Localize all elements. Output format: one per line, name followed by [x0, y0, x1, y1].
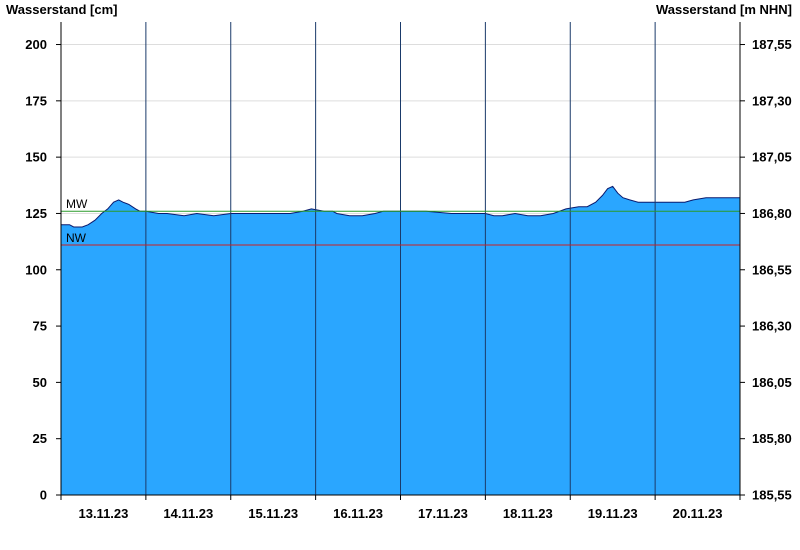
reference-label-mw: MW [66, 197, 88, 211]
x-tick-label: 14.11.23 [163, 506, 213, 521]
y-tick-label-left: 175 [25, 93, 47, 108]
y-tick-label-left: 75 [33, 319, 47, 334]
y-tick-label-right: 187,05 [752, 150, 792, 165]
y-tick-label-left: 50 [33, 375, 47, 390]
y-tick-label-right: 186,55 [752, 262, 792, 277]
x-tick-label: 19.11.23 [588, 506, 638, 521]
x-tick-label: 16.11.23 [333, 506, 383, 521]
y-tick-label-right: 187,30 [752, 93, 792, 108]
y-tick-label-left: 125 [25, 206, 47, 221]
y-tick-label-left: 150 [25, 150, 47, 165]
x-tick-label: 15.11.23 [248, 506, 298, 521]
y-tick-label-left: 100 [25, 262, 47, 277]
reference-label-nw: NW [66, 231, 87, 245]
y-tick-label-right: 185,55 [752, 488, 792, 503]
x-tick-label: 20.11.23 [673, 506, 723, 521]
y-tick-label-left: 25 [33, 431, 47, 446]
y-tick-label-left: 0 [40, 488, 47, 503]
x-tick-label: 17.11.23 [418, 506, 468, 521]
y-tick-label-right: 186,80 [752, 206, 792, 221]
water-level-chart: MW NW 0 185,55 25 185,80 50 186,05 75 186,30 100 18… [25, 22, 792, 521]
x-tick-label: 18.11.23 [503, 506, 553, 521]
y-tick-label-left: 200 [25, 37, 47, 52]
y-tick-label-right: 186,05 [752, 375, 792, 390]
x-tick-label: 13.11.23 [78, 506, 128, 521]
y-tick-label-right: 186,30 [752, 319, 792, 334]
y-tick-label-right: 187,55 [752, 37, 792, 52]
y-tick-label-right: 185,80 [752, 431, 792, 446]
